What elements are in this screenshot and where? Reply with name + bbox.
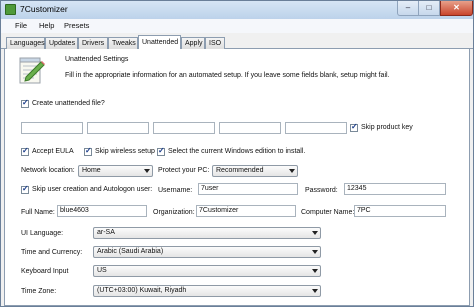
product-key-field-4[interactable]	[219, 122, 281, 134]
close-button[interactable]: ✕	[440, 1, 473, 16]
notepad-edit-icon	[19, 57, 45, 84]
app-window: 7Customizer – □ ✕ File Help Presets Lang…	[0, 0, 474, 307]
protect-pc-label: Protect your PC:	[158, 167, 210, 174]
time-zone-label: Time Zone:	[21, 288, 57, 295]
menu-file[interactable]: File	[15, 21, 27, 30]
skip-user-label: Skip user creation and Autologon user:	[32, 186, 153, 193]
organization-label: Organization:	[153, 209, 195, 216]
full-name-field[interactable]: blue4603	[57, 205, 147, 217]
time-currency-label: Time and Currency:	[21, 249, 83, 256]
product-key-field-2[interactable]	[87, 122, 149, 134]
skip-product-key-checkbox[interactable]	[350, 122, 358, 132]
skip-wireless-checkbox[interactable]	[84, 146, 92, 156]
password-label: Password:	[305, 187, 338, 194]
window-title: 7Customizer	[20, 4, 68, 14]
menu-help[interactable]: Help	[39, 21, 54, 30]
organization-field[interactable]: 7Customizer	[196, 205, 296, 217]
tab-languages[interactable]: Languages	[6, 37, 45, 49]
product-key-field-3[interactable]	[153, 122, 215, 134]
tab-unattended[interactable]: Unattended	[138, 35, 181, 50]
section-description: Fill in the appropriate information for …	[65, 72, 390, 79]
accept-eula-label: Accept EULA	[32, 148, 74, 155]
title-bar[interactable]: 7Customizer – □ ✕	[1, 1, 473, 19]
menu-bar: File Help Presets	[1, 19, 473, 33]
time-currency-select[interactable]: Arabic (Saudi Arabia)	[93, 246, 321, 258]
network-location-select[interactable]: Home	[78, 165, 153, 177]
keyboard-input-select[interactable]: US	[93, 265, 321, 277]
chevron-down-icon	[312, 289, 318, 293]
skip-product-key-label: Skip product key	[361, 124, 413, 131]
username-label: Username:	[158, 187, 193, 194]
chevron-down-icon	[144, 169, 150, 173]
network-location-label: Network location:	[21, 167, 75, 174]
select-edition-checkbox[interactable]	[157, 146, 165, 156]
tab-drivers[interactable]: Drivers	[78, 37, 108, 49]
skip-wireless-label: Skip wireless setup	[95, 148, 155, 155]
section-title: Unattended Settings	[65, 56, 129, 63]
product-key-field-1[interactable]	[21, 122, 83, 134]
tab-apply[interactable]: Apply	[181, 37, 205, 49]
chevron-down-icon	[289, 169, 295, 173]
minimize-button[interactable]: –	[397, 1, 419, 16]
protect-pc-select[interactable]: Recommended	[212, 165, 298, 177]
ui-language-label: UI Language:	[21, 230, 64, 237]
ui-language-value: ar-SA	[97, 229, 115, 236]
tab-iso[interactable]: ISO	[205, 37, 225, 49]
create-file-label: Create unattended file?	[32, 100, 105, 107]
app-icon	[5, 4, 16, 15]
create-file-checkbox[interactable]	[21, 98, 29, 108]
computer-name-field[interactable]: 7PC	[354, 205, 446, 217]
keyboard-input-value: US	[97, 267, 107, 274]
tab-updates[interactable]: Updates	[45, 37, 78, 49]
tab-tweaks[interactable]: Tweaks	[108, 37, 138, 49]
chevron-down-icon	[312, 231, 318, 235]
username-field[interactable]: 7user	[198, 183, 298, 195]
chevron-down-icon	[312, 250, 318, 254]
skip-user-checkbox[interactable]	[21, 184, 29, 194]
password-field[interactable]: 12345	[344, 183, 446, 195]
protect-pc-value: Recommended	[216, 167, 264, 174]
time-zone-select[interactable]: (UTC+03:00) Kuwait, Riyadh	[93, 285, 321, 297]
maximize-button[interactable]: □	[419, 1, 440, 16]
accept-eula-checkbox[interactable]	[21, 146, 29, 156]
chevron-down-icon	[312, 269, 318, 273]
menu-presets[interactable]: Presets	[64, 21, 89, 30]
ui-language-select[interactable]: ar-SA	[93, 227, 321, 239]
select-edition-label: Select the current Windows edition to in…	[168, 148, 306, 155]
full-name-label: Full Name:	[21, 209, 55, 216]
computer-name-label: Computer Name:	[301, 209, 355, 216]
product-key-field-5[interactable]	[285, 122, 347, 134]
network-location-value: Home	[82, 167, 101, 174]
tab-strip: Languages Updates Drivers Tweaks Unatten…	[1, 35, 473, 50]
time-zone-value: (UTC+03:00) Kuwait, Riyadh	[97, 287, 187, 294]
time-currency-value: Arabic (Saudi Arabia)	[97, 248, 164, 255]
keyboard-input-label: Keyboard Input	[21, 268, 69, 275]
